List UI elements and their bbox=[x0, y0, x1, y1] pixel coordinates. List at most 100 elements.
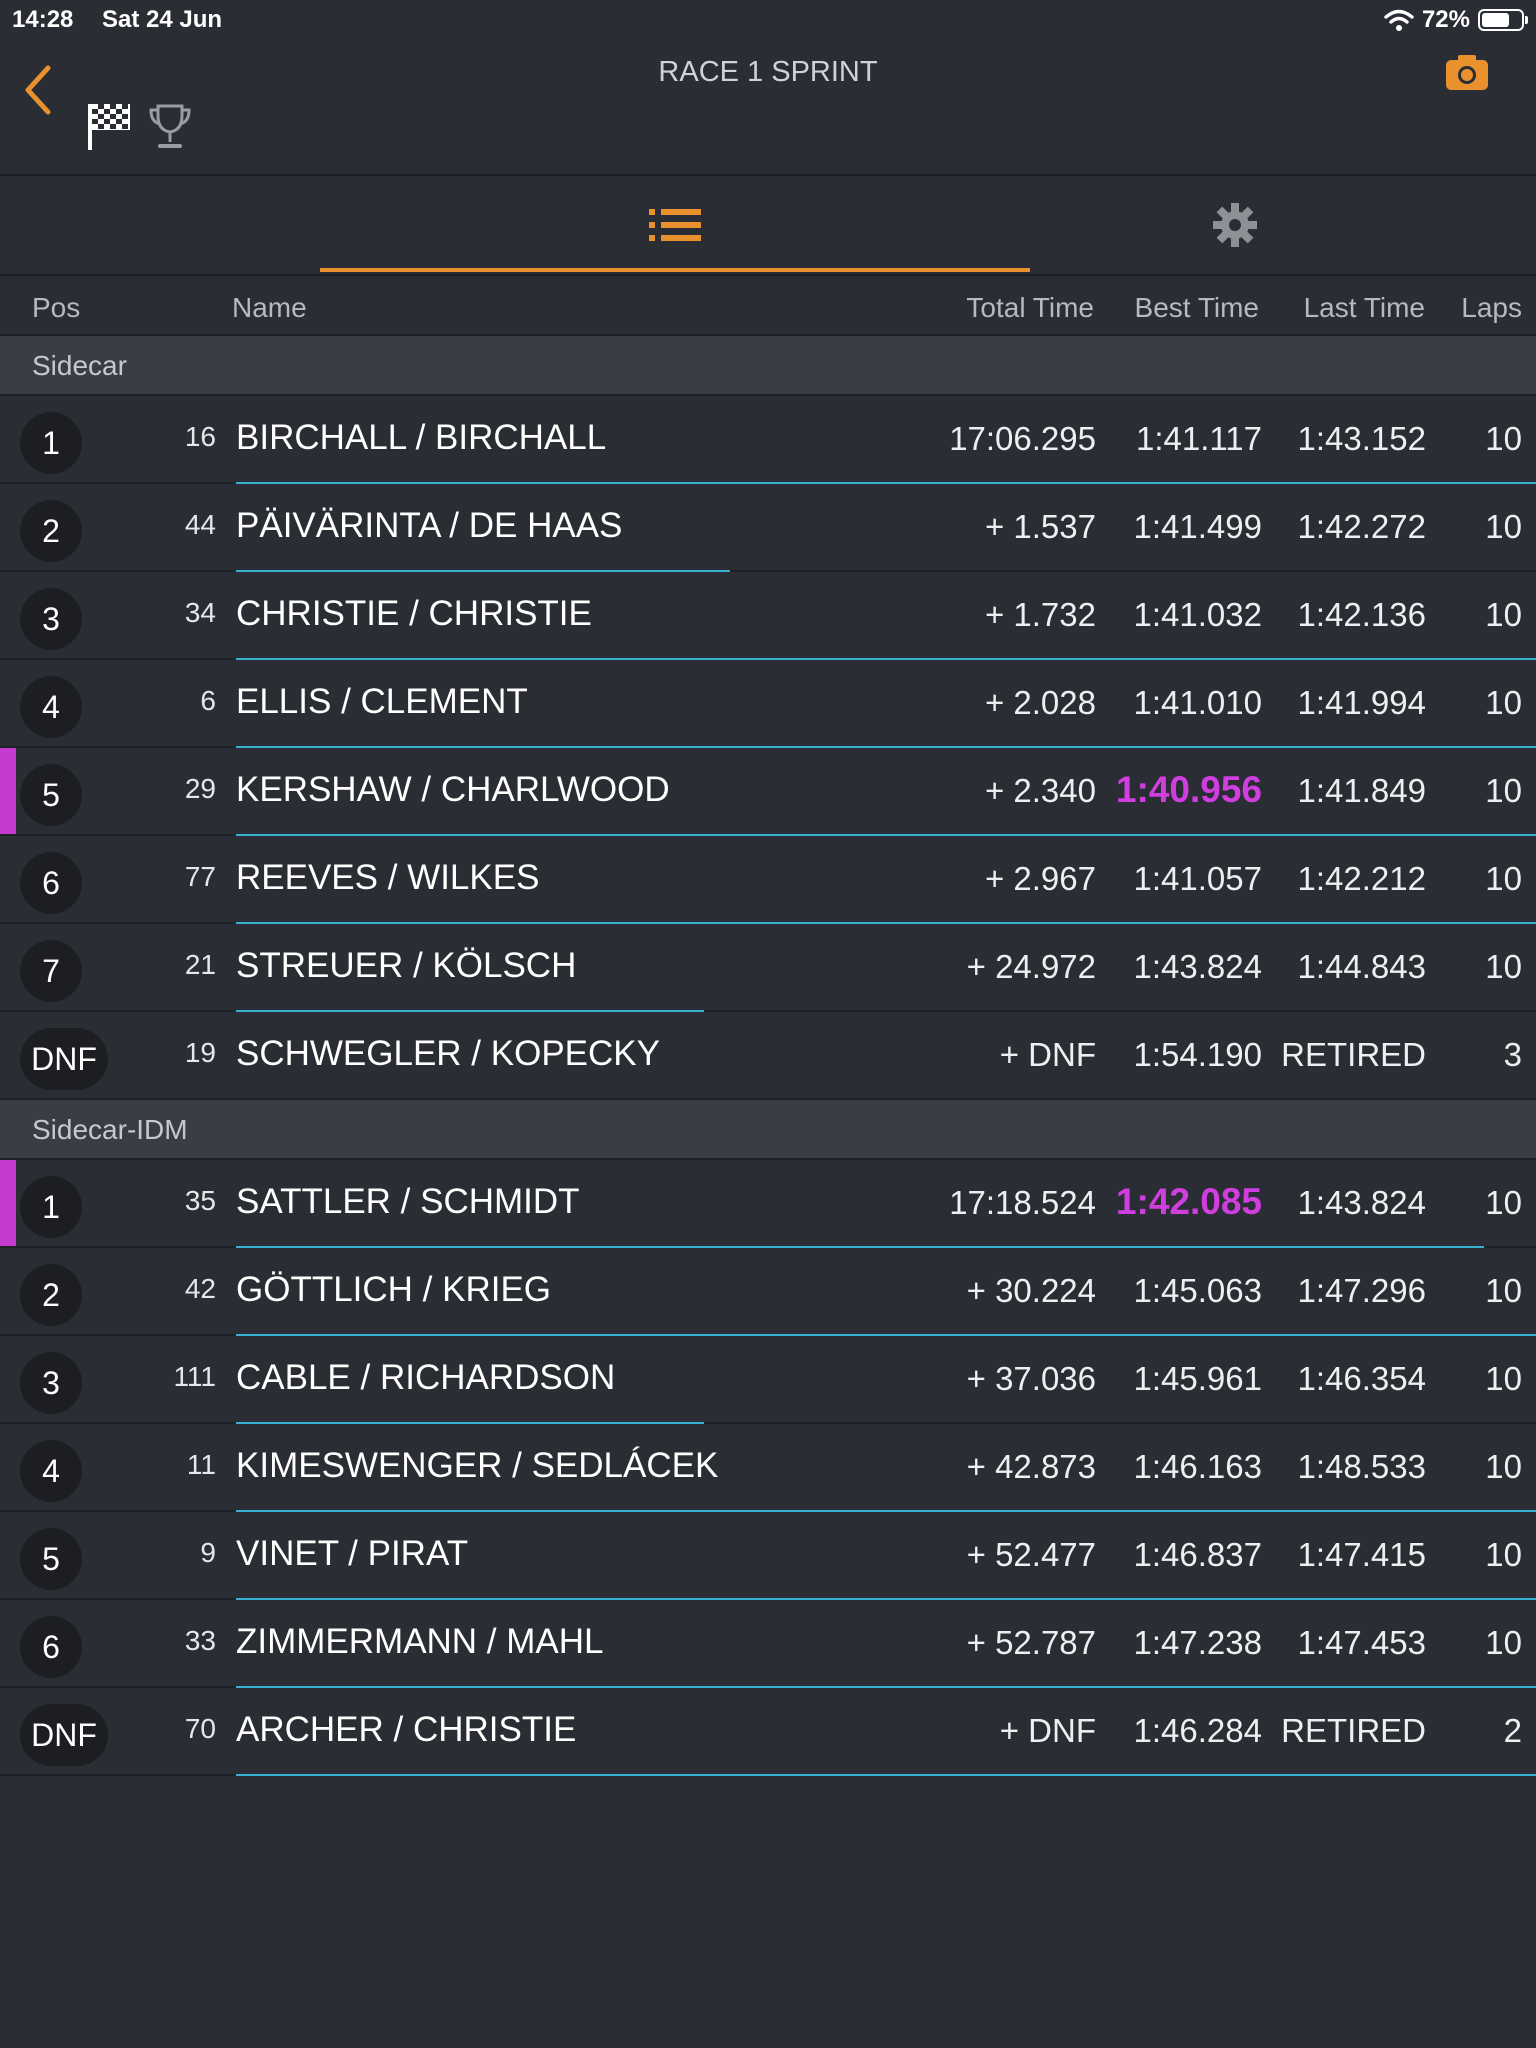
table-row[interactable]: 1 35 SATTLER / SCHMIDT 17:18.524 1:42.085 1:4… bbox=[0, 1160, 1536, 1248]
table-row[interactable]: 1 16 BIRCHALL / BIRCHALL 17:06.295 1:41.117 1… bbox=[0, 396, 1536, 484]
last-time: 1:42.212 bbox=[1297, 860, 1426, 897]
position-badge: 7 bbox=[20, 940, 82, 1002]
best-time: 1:41.499 bbox=[1133, 508, 1262, 545]
status-right: 72% bbox=[1384, 5, 1528, 35]
position-badge: DNF bbox=[20, 1704, 108, 1766]
last-time: 1:43.824 bbox=[1297, 1184, 1426, 1221]
laps-count: 10 bbox=[1485, 684, 1522, 721]
rider-name: SATTLER / SCHMIDT bbox=[236, 1182, 580, 1221]
total-time: 17:06.295 bbox=[949, 420, 1096, 457]
table-row[interactable]: 6 33 ZIMMERMANN / MAHL + 52.787 1:47.238 1:47… bbox=[0, 1600, 1536, 1688]
race-number: 16 bbox=[184, 421, 216, 452]
total-time: + 1.537 bbox=[984, 508, 1096, 545]
table-row[interactable]: 7 21 STREUER / KÖLSCH + 24.972 1:43.824 1:44.… bbox=[0, 924, 1536, 1012]
position-badge: 6 bbox=[20, 852, 82, 914]
trophy-icon[interactable] bbox=[148, 102, 192, 152]
last-time: 1:42.136 bbox=[1297, 596, 1426, 633]
last-time: 1:41.994 bbox=[1297, 684, 1426, 721]
laps-count: 10 bbox=[1485, 1536, 1522, 1573]
rider-name: CHRISTIE / CHRISTIE bbox=[236, 594, 592, 633]
group-label: Sidecar-IDM bbox=[32, 1114, 188, 1145]
laps-count: 10 bbox=[1485, 1448, 1522, 1485]
position-badge: 2 bbox=[20, 1264, 82, 1326]
best-time: 1:41.010 bbox=[1133, 684, 1262, 721]
table-row[interactable]: 4 11 KIMESWENGER / SEDLÁCEK + 42.873 1:46.16… bbox=[0, 1424, 1536, 1512]
table-row[interactable]: 3 111 CABLE / RICHARDSON + 37.036 1:45.961 1:… bbox=[0, 1336, 1536, 1424]
table-row[interactable]: DNF 19 SCHWEGLER / KOPECKY + DNF 1:54.190 RET… bbox=[0, 1012, 1536, 1100]
last-time: 1:43.152 bbox=[1297, 420, 1426, 457]
position-badge: 3 bbox=[20, 1352, 82, 1414]
race-number: 33 bbox=[184, 1625, 216, 1656]
camera-button[interactable] bbox=[1444, 52, 1490, 92]
best-time: 1:42.085 bbox=[1115, 1181, 1262, 1222]
page-title: RACE 1 SPRINT bbox=[658, 56, 878, 88]
status-time: 14:28 bbox=[12, 6, 74, 33]
position-badge: 4 bbox=[20, 1440, 82, 1502]
race-number: 19 bbox=[184, 1037, 216, 1068]
last-time: RETIRED bbox=[1281, 1712, 1426, 1749]
status-bar: 14:28 Sat 24 Jun 72% bbox=[0, 0, 1536, 40]
table-row[interactable]: 4 6 ELLIS / CLEMENT + 2.028 1:41.010 1:41.994… bbox=[0, 660, 1536, 748]
battery-percent: 72% bbox=[1421, 6, 1470, 33]
fastest-lap-marker bbox=[0, 748, 16, 834]
col-total-time: Total Time bbox=[966, 292, 1094, 323]
last-time: 1:48.533 bbox=[1297, 1448, 1426, 1485]
table-row[interactable]: 2 44 PÄIVÄRINTA / DE HAAS + 1.537 1:41.499 1:… bbox=[0, 484, 1536, 572]
best-time: 1:43.824 bbox=[1133, 948, 1262, 985]
total-time: + 2.340 bbox=[984, 772, 1096, 809]
laps-count: 10 bbox=[1485, 948, 1522, 985]
laps-count: 10 bbox=[1485, 860, 1522, 897]
header: RACE 1 SPRINT bbox=[0, 40, 1536, 176]
gear-icon bbox=[1213, 203, 1257, 247]
table-row[interactable]: 3 34 CHRISTIE / CHRISTIE + 1.732 1:41.032 1:4… bbox=[0, 572, 1536, 660]
race-number: 29 bbox=[184, 773, 216, 804]
checkered-flag-icon[interactable] bbox=[86, 100, 132, 152]
best-time: 1:41.117 bbox=[1135, 420, 1262, 457]
col-pos: Pos bbox=[32, 292, 81, 323]
best-time: 1:41.057 bbox=[1133, 860, 1262, 897]
best-time: 1:46.284 bbox=[1133, 1712, 1262, 1749]
laps-count: 10 bbox=[1485, 508, 1522, 545]
race-number: 34 bbox=[184, 597, 216, 628]
race-number: 6 bbox=[200, 685, 216, 716]
list-icon bbox=[649, 209, 701, 241]
total-time: 17:18.524 bbox=[949, 1184, 1096, 1221]
best-time: 1:47.238 bbox=[1133, 1624, 1262, 1661]
col-last-time: Last Time bbox=[1303, 292, 1425, 323]
total-time: + 30.224 bbox=[966, 1272, 1096, 1309]
total-time: + 42.873 bbox=[966, 1448, 1096, 1485]
best-time: 1:45.961 bbox=[1133, 1360, 1262, 1397]
race-number: 44 bbox=[184, 509, 216, 540]
rider-name: VINET / PIRAT bbox=[236, 1534, 469, 1573]
total-time: + 1.732 bbox=[984, 596, 1096, 633]
race-number: 111 bbox=[173, 1361, 216, 1392]
rider-name: STREUER / KÖLSCH bbox=[236, 946, 577, 985]
rider-name: ZIMMERMANN / MAHL bbox=[236, 1622, 604, 1661]
rider-name: KIMESWENGER / SEDLÁCEK bbox=[236, 1446, 719, 1485]
tab-results-list[interactable] bbox=[320, 176, 1030, 274]
best-time: 1:40.956 bbox=[1115, 769, 1262, 810]
table-row[interactable]: 6 77 REEVES / WILKES + 2.967 1:41.057 1:42.21… bbox=[0, 836, 1536, 924]
rider-name: REEVES / WILKES bbox=[236, 858, 540, 897]
table-row[interactable]: 2 42 GÖTTLICH / KRIEG + 30.224 1:45.063 1:47.… bbox=[0, 1248, 1536, 1336]
table-row[interactable]: DNF 70 ARCHER / CHRISTIE + DNF 1:46.284 RETIR… bbox=[0, 1688, 1536, 1776]
last-time: 1:42.272 bbox=[1297, 508, 1426, 545]
column-headers: Pos Name Total Time Best Time Last Time … bbox=[0, 276, 1536, 336]
position-badge: 1 bbox=[20, 1176, 82, 1238]
rider-name: BIRCHALL / BIRCHALL bbox=[236, 418, 607, 457]
group-label: Sidecar bbox=[32, 350, 127, 381]
tab-settings[interactable] bbox=[1030, 176, 1440, 274]
race-number: 11 bbox=[186, 1449, 216, 1480]
rider-name: KERSHAW / CHARLWOOD bbox=[236, 770, 670, 809]
table-row[interactable]: 5 29 KERSHAW / CHARLWOOD + 2.340 1:40.956 1:4… bbox=[0, 748, 1536, 836]
table-row[interactable]: 5 9 VINET / PIRAT + 52.477 1:46.837 1:47.415 1… bbox=[0, 1512, 1536, 1600]
position-badge: 2 bbox=[20, 500, 82, 562]
race-number: 70 bbox=[184, 1713, 216, 1744]
total-time: + DNF bbox=[999, 1036, 1096, 1073]
rider-name: PÄIVÄRINTA / DE HAAS bbox=[236, 506, 623, 545]
race-number: 21 bbox=[184, 949, 216, 980]
rider-name: ELLIS / CLEMENT bbox=[236, 682, 528, 721]
last-time: 1:47.296 bbox=[1297, 1272, 1426, 1309]
best-time: 1:46.163 bbox=[1133, 1448, 1262, 1485]
total-time: + 2.028 bbox=[984, 684, 1096, 721]
